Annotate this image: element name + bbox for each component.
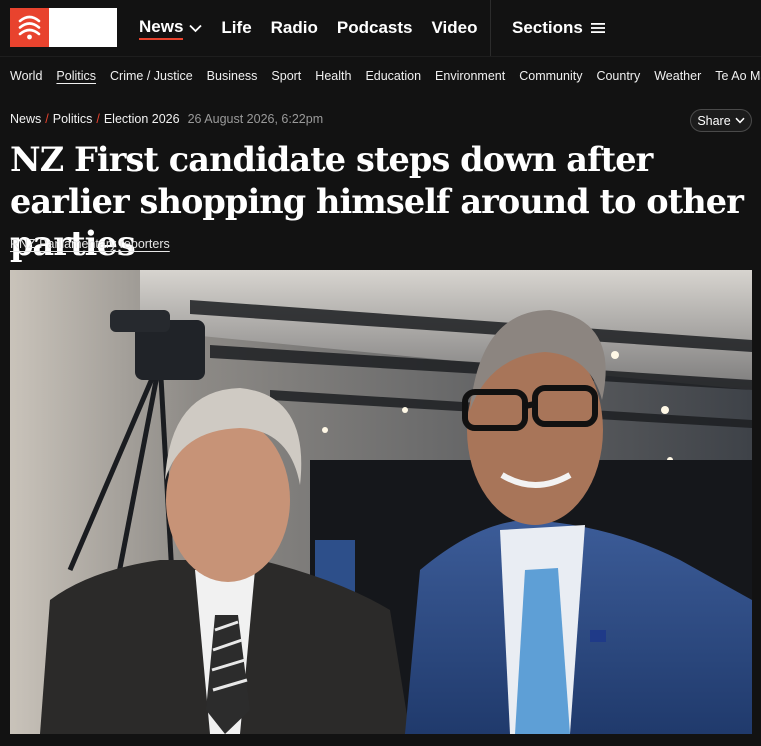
- sections-label: Sections: [512, 18, 583, 37]
- nav-item-label: Radio: [270, 18, 318, 37]
- share-label: Share: [697, 113, 731, 128]
- rnz-logo-icon: [10, 8, 49, 47]
- subnav-item-country[interactable]: Country: [596, 69, 640, 83]
- top-bar: News Life Radio Podcasts Video Sections: [0, 0, 761, 56]
- chevron-down-icon: [189, 18, 203, 38]
- nav-item-label: Life: [221, 18, 252, 37]
- subnav-item-business[interactable]: Business: [207, 69, 258, 83]
- primary-nav: News Life Radio Podcasts Video: [139, 0, 496, 56]
- nav-item-radio[interactable]: Radio: [271, 18, 318, 38]
- subnav-item-community[interactable]: Community: [519, 69, 582, 83]
- sections-menu-button[interactable]: Sections: [512, 0, 605, 56]
- breadcrumb-separator: /: [96, 112, 100, 126]
- hamburger-menu-icon: [590, 23, 605, 33]
- subnav-item-environment[interactable]: Environment: [435, 69, 505, 83]
- breadcrumb-politics[interactable]: Politics: [53, 112, 93, 126]
- article-photo: [10, 270, 752, 734]
- breadcrumb: News / Politics / Election 2026 26 Augus…: [10, 112, 323, 126]
- breadcrumb-news[interactable]: News: [10, 112, 41, 126]
- nav-item-label: Podcasts: [336, 18, 413, 37]
- article-byline[interactable]: RNZ Parliamentary reporters: [10, 237, 170, 251]
- nav-item-label: News: [139, 17, 184, 40]
- nav-item-life[interactable]: Life: [221, 18, 251, 38]
- nav-item-podcasts[interactable]: Podcasts: [337, 18, 413, 38]
- nav-item-label: Video: [431, 18, 478, 37]
- subnav-item-politics[interactable]: Politics: [56, 69, 96, 83]
- subnav-item-crime-justice[interactable]: Crime / Justice: [110, 69, 193, 83]
- breadcrumb-separator: /: [45, 112, 49, 126]
- article-date: 26 August 2026, 6:22pm: [187, 112, 324, 126]
- rnz-logo[interactable]: [10, 8, 117, 47]
- subnav-item-education[interactable]: Education: [365, 69, 421, 83]
- share-button[interactable]: Share: [690, 109, 752, 132]
- breadcrumb-election-2026[interactable]: Election 2026: [104, 112, 180, 126]
- secondary-nav: World Politics Crime / Justice Business …: [0, 56, 761, 94]
- nav-item-news[interactable]: News: [139, 17, 203, 40]
- subnav-item-weather[interactable]: Weather: [654, 69, 701, 83]
- nav-item-video[interactable]: Video: [431, 18, 477, 38]
- subnav-item-health[interactable]: Health: [315, 69, 351, 83]
- subnav-item-sport[interactable]: Sport: [271, 69, 301, 83]
- subnav-item-world[interactable]: World: [10, 69, 42, 83]
- subnav-item-te-ao-maori[interactable]: Te Ao Māori: [715, 69, 761, 83]
- nav-divider: [490, 0, 491, 56]
- article-photo-illustration: [10, 270, 752, 734]
- chevron-down-icon: [735, 117, 745, 124]
